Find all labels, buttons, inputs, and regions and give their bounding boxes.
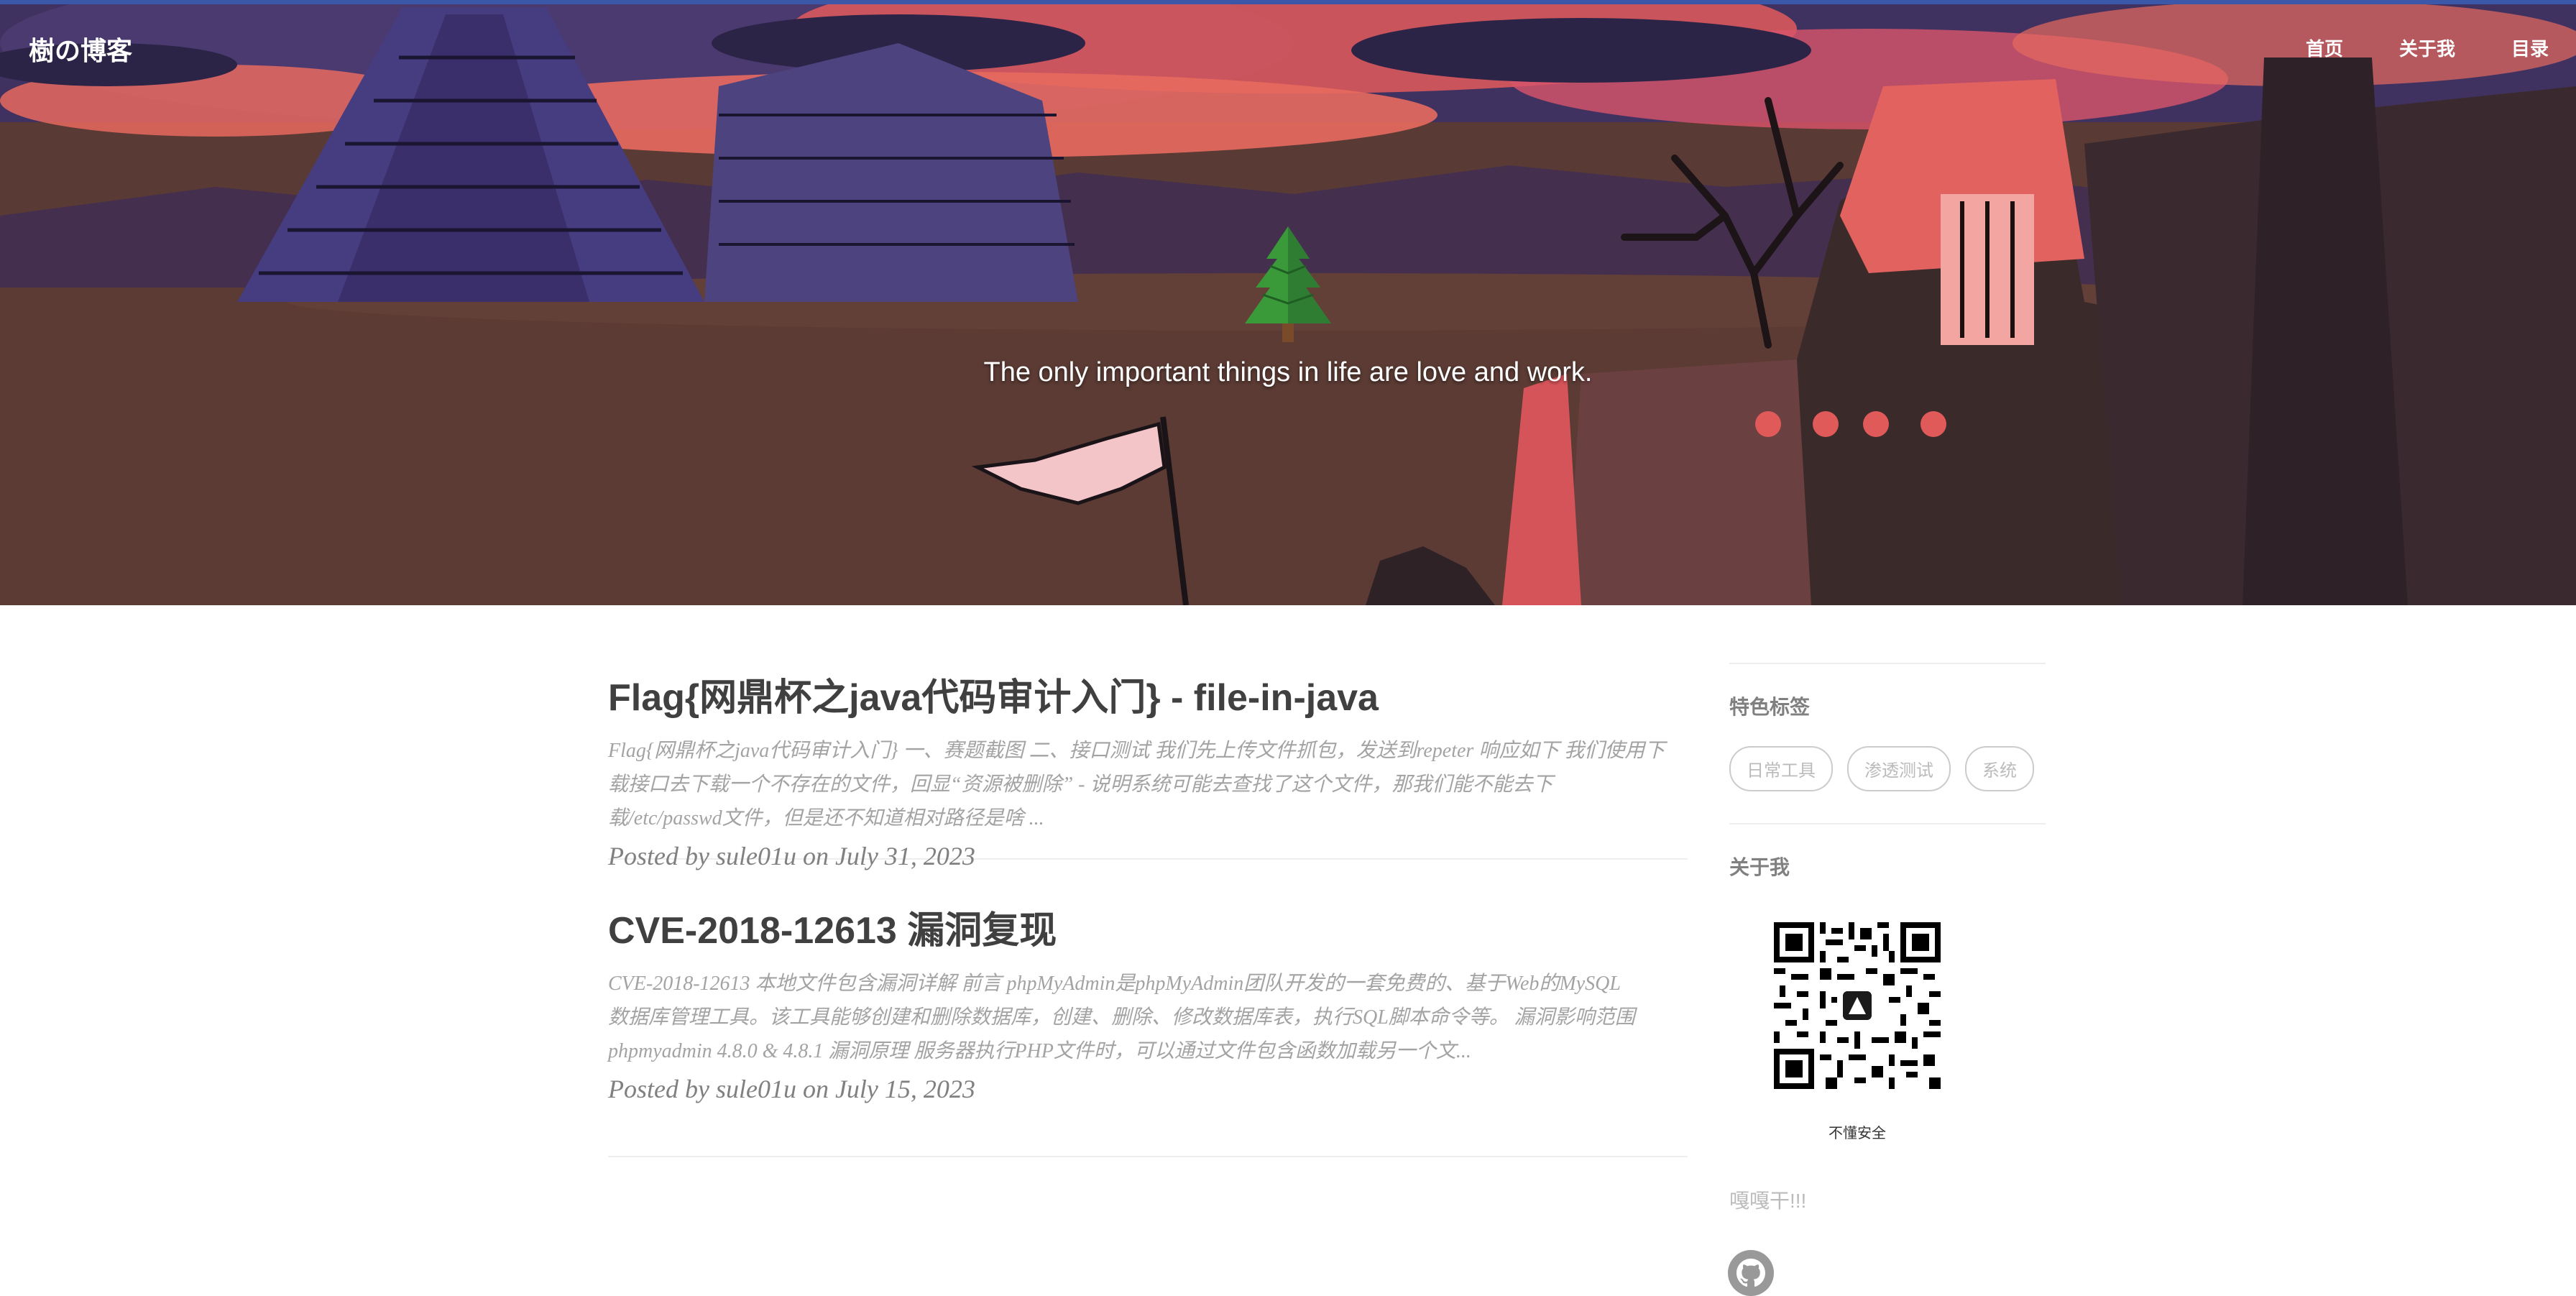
evergreen-tree-icon: [1245, 226, 1331, 342]
site-brand[interactable]: 樹の博客: [29, 30, 132, 68]
post-excerpt[interactable]: CVE-2018-12613 本地文件包含漏洞详解 前言 phpMyAdmin是…: [608, 967, 1688, 1068]
post-title-link[interactable]: Flag{网鼎杯之java代码审计入门} - file-in-java: [608, 675, 1688, 721]
tag-system[interactable]: 系统: [1965, 746, 2034, 791]
github-link[interactable]: [1728, 1250, 1774, 1296]
sidebar: 特色标签 日常工具 渗透测试 系统 关于我 不懂安全 嘎嘎干!!!: [1728, 605, 2046, 1296]
sidebar-divider: [1729, 663, 2046, 664]
nav-catalog[interactable]: 目录: [2511, 35, 2549, 61]
friends-heading: 嘎嘎干!!!: [1729, 1190, 1807, 1212]
excerpt-line: phpmyadmin 4.8.0 & 4.8.1 漏洞原理 服务器执行PHP文件…: [608, 1040, 1471, 1062]
github-icon: [1736, 1259, 1765, 1287]
excerpt-line: 数据库管理工具。该工具能够创建和删除数据库，创建、删除、修改数据库表，执行SQL…: [608, 1006, 1635, 1029]
about-heading: 关于我: [1729, 856, 1790, 878]
qr-code-block: 不懂安全: [1774, 922, 1941, 1142]
top-accent-line: [0, 0, 2576, 4]
post-title-link[interactable]: CVE-2018-12613 漏洞复现: [608, 908, 1688, 954]
qr-code-image: [1774, 922, 1941, 1089]
qr-caption: 不懂安全: [1828, 1126, 1886, 1141]
post-preview: Flag{网鼎杯之java代码审计入门} - file-in-java Flag…: [608, 605, 1688, 870]
featured-tags: 日常工具 渗透测试 系统: [1729, 746, 2046, 791]
nav-home[interactable]: 首页: [2306, 35, 2343, 61]
post-preview: CVE-2018-12613 漏洞复现 CVE-2018-12613 本地文件包…: [608, 860, 1688, 1157]
post-list: Flag{网鼎杯之java代码审计入门} - file-in-java Flag…: [608, 605, 1688, 1157]
excerpt-line: 载/etc/passwd文件，但是还不知道相对路径是啥 ...: [608, 807, 1044, 829]
tag-pentest[interactable]: 渗透测试: [1847, 746, 1951, 791]
post-meta: Posted by sule01u on July 15, 2023: [608, 1075, 975, 1103]
hero-banner: 樹の博客 首页 关于我 目录 The only important things…: [0, 0, 2576, 605]
excerpt-line: Flag{网鼎杯之java代码审计入门} 一、赛题截图 二、接口测试 我们先上传…: [608, 740, 1665, 762]
excerpt-line: 载接口去下载一个不存在的文件，回显“资源被删除” - 说明系统可能去查找了这个文…: [608, 773, 1553, 796]
nav-about[interactable]: 关于我: [2399, 35, 2455, 61]
post-excerpt[interactable]: Flag{网鼎杯之java代码审计入门} 一、赛题截图 二、接口测试 我们先上传…: [608, 734, 1688, 835]
featured-tags-heading: 特色标签: [1729, 696, 1811, 718]
excerpt-line: CVE-2018-12613 本地文件包含漏洞详解 前言 phpMyAdmin是…: [608, 973, 1621, 995]
hero-motto: The only important things in life are lo…: [983, 357, 1593, 387]
sidebar-divider: [1729, 823, 2046, 824]
tag-daily-tools[interactable]: 日常工具: [1729, 746, 1833, 791]
top-nav: 首页 关于我 目录: [2250, 35, 2549, 61]
